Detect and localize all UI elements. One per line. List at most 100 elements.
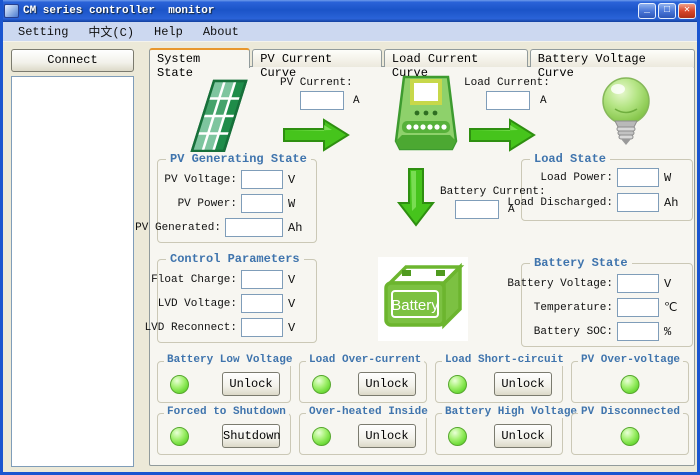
battery-soc-label: Battery SOC:	[534, 326, 613, 338]
load-discharged-label: Load Discharged:	[507, 197, 613, 209]
battery-current-unit: A	[508, 204, 515, 216]
alarm-over-heated-inside: Over-heated Inside Unlock	[299, 413, 427, 455]
lvd-reconnect-unit: V	[288, 321, 308, 335]
maximize-button[interactable]: □	[658, 3, 676, 19]
load-power-unit: W	[664, 171, 684, 185]
tab-system-state[interactable]: System State	[149, 48, 250, 68]
status-led	[170, 375, 189, 394]
float-charge-field[interactable]	[241, 270, 283, 289]
pv-generated-label: PV Generated:	[135, 222, 221, 234]
battery-soc-unit: %	[664, 325, 684, 339]
load-current-label: Load Current:	[464, 77, 550, 89]
unlock-button[interactable]: Unlock	[494, 372, 552, 396]
lvd-voltage-unit: V	[288, 297, 308, 311]
alarm-title: Battery Low Voltage	[164, 354, 295, 366]
alarm-battery-low-voltage: Battery Low Voltage Unlock	[157, 361, 291, 403]
tab-battery-voltage-curve[interactable]: Battery Voltage Curve	[530, 49, 695, 67]
connect-button[interactable]: Connect	[11, 49, 134, 72]
temperature-unit: ℃	[664, 300, 684, 315]
battery-current-label: Battery Current:	[440, 186, 546, 198]
app-window: CM series controller monitor _ □ ✕ Setti…	[0, 0, 700, 475]
pv-power-field[interactable]	[241, 194, 283, 213]
device-listbox[interactable]	[11, 76, 134, 467]
alarm-pv-over-voltage: PV Over-voltage	[571, 361, 689, 403]
status-led	[170, 427, 189, 446]
unlock-button[interactable]: Unlock	[222, 372, 280, 396]
window-title: CM series controller monitor	[23, 5, 636, 17]
unlock-button[interactable]: Unlock	[494, 424, 552, 448]
minimize-button[interactable]: _	[638, 3, 656, 19]
status-led	[448, 427, 467, 446]
alarm-title: Load Over-current	[306, 354, 424, 366]
lvd-reconnect-label: LVD Reconnect:	[145, 322, 237, 334]
alarm-title: PV Disconnected	[578, 406, 683, 418]
alarm-title: Over-heated Inside	[306, 406, 431, 418]
pv-generated-unit: Ah	[288, 221, 308, 235]
battery-soc-field[interactable]	[617, 322, 659, 341]
battery-state-title: Battery State	[530, 256, 632, 270]
arrow-right-icon	[468, 117, 538, 153]
pv-current-unit: A	[353, 95, 360, 107]
pv-voltage-field[interactable]	[241, 170, 283, 189]
battery-icon: Battery	[378, 257, 468, 341]
pv-generating-title: PV Generating State	[166, 152, 311, 166]
battery-voltage-field[interactable]	[617, 274, 659, 293]
menu-setting[interactable]: Setting	[8, 24, 78, 40]
menu-language[interactable]: 中文(C)	[78, 22, 144, 41]
pv-generated-field[interactable]	[225, 218, 283, 237]
alarm-battery-high-voltage: Battery High Voltage Unlock	[435, 413, 563, 455]
pv-power-unit: W	[288, 197, 308, 211]
load-state-title: Load State	[530, 152, 610, 166]
system-state-page: PV Current: A	[149, 66, 695, 466]
battery-current-field[interactable]	[455, 200, 499, 219]
arrow-right-icon	[282, 117, 352, 153]
unlock-button[interactable]: Unlock	[358, 424, 416, 448]
alarm-title: Battery High Voltage	[442, 406, 580, 418]
pv-current-field[interactable]	[300, 91, 344, 110]
lvd-voltage-label: LVD Voltage:	[158, 298, 237, 310]
pv-generating-group: PV Generating State PV Voltage: V PV Pow…	[157, 159, 317, 243]
load-power-field[interactable]	[617, 168, 659, 187]
alarm-title: Forced to Shutdown	[164, 406, 289, 418]
title-bar: CM series controller monitor _ □ ✕	[0, 0, 700, 22]
pv-voltage-label: PV Voltage:	[164, 174, 237, 186]
close-button[interactable]: ✕	[678, 3, 696, 19]
tab-strip: System State PV Current Curve Load Curre…	[149, 48, 697, 67]
controller-icon	[390, 71, 462, 155]
shutdown-button[interactable]: Shutdown	[222, 424, 280, 448]
load-discharged-unit: Ah	[664, 196, 684, 210]
battery-state-group: Battery State Battery Voltage: V Tempera…	[521, 263, 693, 347]
battery-voltage-unit: V	[664, 277, 684, 291]
alarm-load-over-current: Load Over-current Unlock	[299, 361, 427, 403]
status-led	[312, 375, 331, 394]
solar-panel-icon	[186, 75, 254, 155]
alarm-load-short-circuit: Load Short-circuit Unlock	[435, 361, 563, 403]
float-charge-unit: V	[288, 273, 308, 287]
status-led	[312, 427, 331, 446]
battery-voltage-label: Battery Voltage:	[507, 278, 613, 290]
status-led	[621, 427, 640, 446]
lvd-reconnect-field[interactable]	[241, 318, 283, 337]
load-current-unit: A	[540, 95, 547, 107]
menu-bar: Setting 中文(C) Help About	[0, 22, 700, 42]
menu-help[interactable]: Help	[144, 24, 193, 40]
alarm-title: PV Over-voltage	[578, 354, 683, 366]
bulb-icon	[597, 75, 655, 151]
lvd-voltage-field[interactable]	[241, 294, 283, 313]
load-state-group: Load State Load Power: W Load Discharged…	[521, 159, 693, 221]
temperature-field[interactable]	[617, 298, 659, 317]
load-discharged-field[interactable]	[617, 193, 659, 212]
tab-load-current-curve[interactable]: Load Current Curve	[384, 49, 528, 67]
pv-voltage-unit: V	[288, 173, 308, 187]
alarm-title: Load Short-circuit	[442, 354, 567, 366]
battery-icon-text: Battery	[391, 297, 439, 314]
temperature-label: Temperature:	[534, 302, 613, 314]
unlock-button[interactable]: Unlock	[358, 372, 416, 396]
load-current-field[interactable]	[486, 91, 530, 110]
pv-power-label: PV Power:	[178, 198, 237, 210]
status-led	[621, 375, 640, 394]
alarm-forced-to-shutdown: Forced to Shutdown Shutdown	[157, 413, 291, 455]
menu-about[interactable]: About	[193, 24, 249, 40]
alarm-pv-disconnected: PV Disconnected	[571, 413, 689, 455]
tab-pv-current-curve[interactable]: PV Current Curve	[252, 49, 382, 67]
